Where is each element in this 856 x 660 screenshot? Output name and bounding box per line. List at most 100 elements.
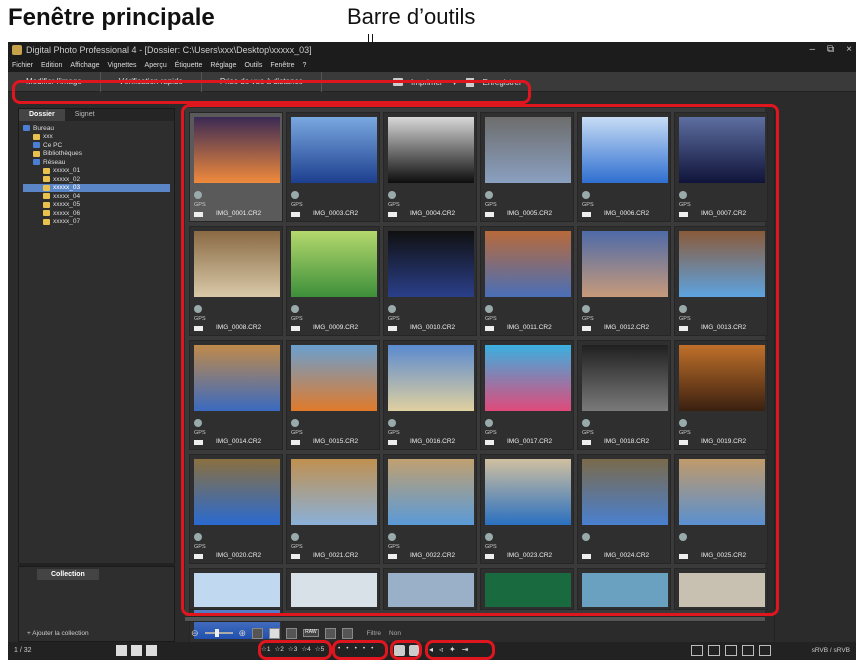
thumbnail-image[interactable] bbox=[679, 231, 765, 297]
thumbnail-cell[interactable]: GPS IMG_0018.CR2 bbox=[577, 340, 671, 450]
rating-3-button[interactable]: ☆3 bbox=[288, 645, 297, 653]
menu-edition[interactable]: Edition bbox=[41, 62, 62, 69]
thumbnail-image[interactable] bbox=[194, 573, 280, 607]
minimize-icon[interactable]: – bbox=[809, 44, 815, 55]
save-button[interactable]: Enregistrer bbox=[482, 78, 521, 87]
thumbnail-image[interactable] bbox=[194, 345, 280, 411]
layout-split-icon[interactable] bbox=[131, 645, 142, 656]
thumbnail-image[interactable] bbox=[194, 117, 280, 183]
check-mark-4-button[interactable]: • bbox=[363, 645, 365, 652]
thumbnail-cell[interactable]: GPS IMG_0021.CR2 bbox=[286, 454, 380, 564]
thumbnail-cell[interactable] bbox=[189, 568, 283, 610]
thumbnail-image[interactable] bbox=[291, 231, 377, 297]
thumbnail-cell[interactable]: GPS IMG_0003.CR2 bbox=[286, 112, 380, 222]
thumbnail-image[interactable] bbox=[291, 573, 377, 607]
thumbnail-image[interactable] bbox=[388, 117, 474, 183]
zoom-in-icon[interactable]: ⊕ bbox=[239, 628, 247, 639]
camera-icon[interactable] bbox=[759, 645, 771, 656]
tab-collection[interactable]: Collection bbox=[37, 569, 99, 580]
tree-item-folder-01[interactable]: xxxxx_01 bbox=[23, 167, 170, 176]
check-mark-5-button[interactable]: • bbox=[371, 645, 373, 652]
view-medium-thumbs-icon[interactable] bbox=[269, 627, 281, 639]
thumbnail-cell[interactable]: GPS IMG_0010.CR2 bbox=[383, 226, 477, 336]
check-mark-1-button[interactable]: • bbox=[338, 645, 340, 652]
thumbnail-cell[interactable]: GPS IMG_0015.CR2 bbox=[286, 340, 380, 450]
nav-select-icon[interactable]: ✦ bbox=[449, 645, 456, 654]
thumbnail-image[interactable] bbox=[679, 345, 765, 411]
thumbnail-image[interactable] bbox=[388, 231, 474, 297]
rating-1-button[interactable]: ☆1 bbox=[261, 645, 270, 653]
thumbnail-cell[interactable]: GPS IMG_0004.CR2 bbox=[383, 112, 477, 222]
thumbnail-cell[interactable]: GPS IMG_0022.CR2 bbox=[383, 454, 477, 564]
menu-reglage[interactable]: Réglage bbox=[210, 62, 236, 69]
thumbnail-cell[interactable]: GPS IMG_0007.CR2 bbox=[674, 112, 768, 222]
thumbnail-cell[interactable]: GPS IMG_0005.CR2 bbox=[480, 112, 574, 222]
thumbnail-image[interactable] bbox=[679, 573, 765, 607]
layout-grid-icon[interactable] bbox=[116, 645, 127, 656]
thumbnail-cell[interactable] bbox=[383, 568, 477, 610]
tree-item-bibliotheques[interactable]: Bibliothèques bbox=[23, 150, 170, 159]
thumbnail-image[interactable] bbox=[485, 459, 571, 525]
nav-first-icon[interactable]: ◂ bbox=[429, 645, 433, 654]
menu-vignettes[interactable]: Vignettes bbox=[107, 62, 136, 69]
thumbnail-image[interactable] bbox=[291, 117, 377, 183]
thumbnail-image[interactable] bbox=[582, 459, 668, 525]
horizontal-scrollbar[interactable] bbox=[185, 616, 765, 622]
thumbnail-image[interactable] bbox=[194, 231, 280, 297]
view-small-thumbs-icon[interactable] bbox=[252, 627, 264, 639]
thumbnail-cell[interactable]: IMG_0024.CR2 bbox=[577, 454, 671, 564]
tree-item-reseau[interactable]: Réseau bbox=[23, 158, 170, 167]
tree-item-bureau[interactable]: Bureau bbox=[23, 124, 170, 133]
thumbnail-cell[interactable] bbox=[577, 568, 671, 610]
filter-value[interactable]: Non bbox=[389, 630, 401, 637]
menu-fichier[interactable]: Fichier bbox=[12, 62, 33, 69]
zoom-out-icon[interactable]: ⊖ bbox=[191, 628, 199, 639]
thumbnail-image[interactable] bbox=[388, 345, 474, 411]
thumbnail-image[interactable] bbox=[679, 117, 765, 183]
nav-prev-icon[interactable]: ◃ bbox=[439, 645, 443, 654]
tree-item-ce-pc[interactable]: Ce PC bbox=[23, 141, 170, 150]
thumbnail-image[interactable] bbox=[388, 459, 474, 525]
info-icon[interactable] bbox=[708, 645, 720, 656]
thumbnail-image[interactable] bbox=[485, 345, 571, 411]
thumbnail-image[interactable] bbox=[582, 117, 668, 183]
thumbnail-image[interactable] bbox=[291, 345, 377, 411]
check-mark-2-button[interactable]: • bbox=[346, 645, 348, 652]
menu-affichage[interactable]: Affichage bbox=[70, 62, 99, 69]
thumbnail-image[interactable] bbox=[485, 573, 571, 607]
rating-5-button[interactable]: ☆5 bbox=[315, 645, 324, 653]
thumbnail-image[interactable] bbox=[582, 231, 668, 297]
tree-item-folder-07[interactable]: xxxxx_07 bbox=[23, 218, 170, 227]
thumbnail-cell[interactable]: GPS IMG_0020.CR2 bbox=[189, 454, 283, 564]
thumbnail-cell[interactable] bbox=[674, 568, 768, 610]
thumbnail-image[interactable] bbox=[582, 573, 668, 607]
thumbnail-cell[interactable]: GPS IMG_0017.CR2 bbox=[480, 340, 574, 450]
histogram-icon[interactable] bbox=[725, 645, 737, 656]
scrollbar-thumb[interactable] bbox=[185, 617, 765, 621]
thumbnail-image[interactable] bbox=[194, 459, 280, 525]
nav-last-icon[interactable]: ⇥ bbox=[462, 645, 469, 654]
quick-check-button[interactable]: Vérification rapide bbox=[101, 71, 202, 92]
check-mark-3-button[interactable]: • bbox=[355, 645, 357, 652]
rotate-right-icon[interactable] bbox=[409, 645, 420, 656]
thumbnail-image[interactable] bbox=[679, 459, 765, 525]
add-collection-button[interactable]: + Ajouter la collection bbox=[27, 630, 89, 637]
tree-item-folder-06[interactable]: xxxxx_06 bbox=[23, 209, 170, 218]
tab-signet[interactable]: Signet bbox=[65, 109, 105, 121]
rotate-left-icon[interactable] bbox=[394, 645, 405, 656]
raw-filter-button[interactable]: RAW bbox=[303, 629, 319, 637]
view-list-icon[interactable] bbox=[286, 627, 298, 639]
thumbnail-image[interactable] bbox=[485, 231, 571, 297]
tree-item-folder-04[interactable]: xxxxx_04 bbox=[23, 192, 170, 201]
remote-shooting-button[interactable]: Prise de vue à distance bbox=[202, 71, 322, 92]
thumbnail-cell[interactable]: GPS IMG_0006.CR2 bbox=[577, 112, 671, 222]
thumbnail-cell[interactable]: GPS IMG_0023.CR2 bbox=[480, 454, 574, 564]
edit-image-button[interactable]: Modifier l'image bbox=[8, 71, 101, 92]
thumbnail-cell[interactable]: GPS IMG_0001.CR2 bbox=[189, 112, 283, 222]
tab-dossier[interactable]: Dossier bbox=[19, 109, 65, 121]
close-icon[interactable]: × bbox=[846, 44, 852, 55]
thumbnail-cell[interactable]: GPS IMG_0013.CR2 bbox=[674, 226, 768, 336]
menu-apercu[interactable]: Aperçu bbox=[145, 62, 167, 69]
thumbnail-cell[interactable] bbox=[286, 568, 380, 610]
thumbnail-cell[interactable]: IMG_0025.CR2 bbox=[674, 454, 768, 564]
